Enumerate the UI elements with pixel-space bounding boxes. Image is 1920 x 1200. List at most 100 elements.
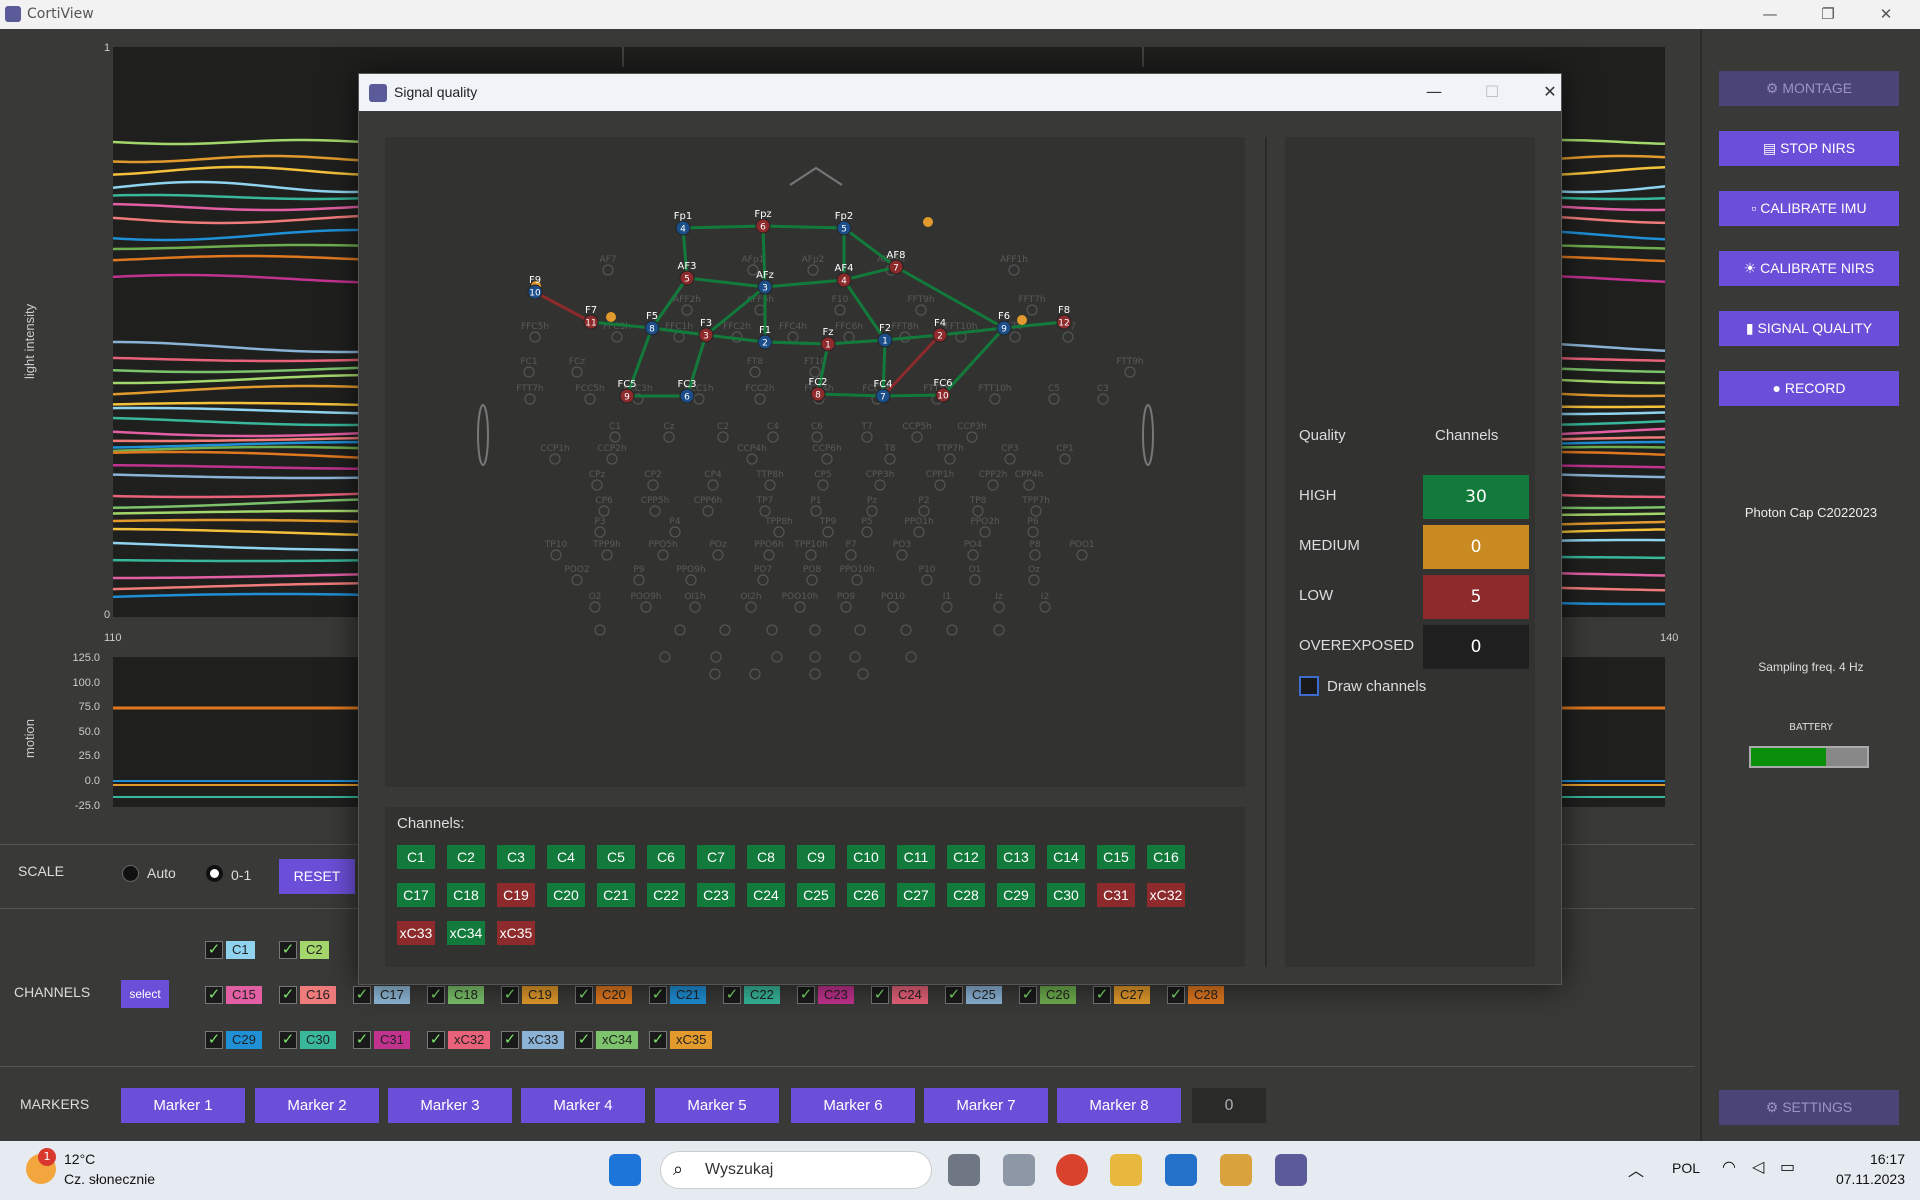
auto-radio[interactable] <box>122 865 139 882</box>
cortiview-taskbar-icon[interactable] <box>1275 1154 1307 1186</box>
stop-nirs-button[interactable]: ▤ STOP NIRS <box>1719 131 1899 166</box>
channel-checkbox-c18[interactable]: ✓ C18 <box>427 985 484 1005</box>
marker-button-1[interactable]: Marker 1 <box>121 1088 245 1123</box>
draw-channels-checkbox[interactable] <box>1299 676 1319 696</box>
chevron-up-icon[interactable]: ︿ <box>1628 1157 1644 1181</box>
optode-f2[interactable]: 1F2 <box>877 323 893 348</box>
channel-checkbox-c30[interactable]: ✓ C30 <box>279 1030 336 1050</box>
optode-f6[interactable]: 9F6 <box>996 311 1012 336</box>
checkmark-icon[interactable]: ✓ <box>353 986 371 1004</box>
channel-checkbox-c19[interactable]: ✓ C19 <box>501 985 558 1005</box>
marker-button-3[interactable]: Marker 3 <box>388 1088 512 1123</box>
checkmark-icon[interactable]: ✓ <box>575 1031 593 1049</box>
optode-fp1[interactable]: 4Fp1 <box>674 211 692 236</box>
optode-f3[interactable]: 3F3 <box>698 318 714 343</box>
checkmark-icon[interactable]: ✓ <box>279 941 297 959</box>
channel-checkbox-c23[interactable]: ✓ C23 <box>797 985 854 1005</box>
task-view-icon[interactable] <box>948 1154 980 1186</box>
marker-button-5[interactable]: Marker 5 <box>655 1088 779 1123</box>
close-button[interactable]: ✕ <box>1863 2 1909 26</box>
dialog-close-button[interactable]: ✕ <box>1530 80 1570 104</box>
checkmark-icon[interactable]: ✓ <box>575 986 593 1004</box>
channel-checkbox-xc35[interactable]: ✓ xC35 <box>649 1030 713 1050</box>
marker-button-7[interactable]: Marker 7 <box>924 1088 1048 1123</box>
notes-icon[interactable] <box>1220 1154 1252 1186</box>
start-icon[interactable] <box>609 1154 641 1186</box>
vscode-icon[interactable] <box>1165 1154 1197 1186</box>
marker-button-2[interactable]: Marker 2 <box>255 1088 379 1123</box>
marker-button-8[interactable]: Marker 8 <box>1057 1088 1181 1123</box>
optode-afz[interactable]: 3 AFz <box>756 270 774 295</box>
channel-checkbox-c26[interactable]: ✓ C26 <box>1019 985 1076 1005</box>
channel-checkbox-c2[interactable]: ✓ C2 <box>279 940 329 960</box>
select-button[interactable]: select <box>121 980 169 1008</box>
optode-f4[interactable]: 2F4 <box>932 318 948 343</box>
checkmark-icon[interactable]: ✓ <box>427 986 445 1004</box>
maximize-button[interactable]: ❐ <box>1805 2 1851 26</box>
settings-button[interactable]: ⚙ SETTINGS <box>1719 1090 1899 1125</box>
checkmark-icon[interactable]: ✓ <box>279 986 297 1004</box>
calculator-icon[interactable] <box>1003 1154 1035 1186</box>
checkmark-icon[interactable]: ✓ <box>205 986 223 1004</box>
signal-quality-button[interactable]: ▮ SIGNAL QUALITY <box>1719 311 1899 346</box>
checkmark-icon[interactable]: ✓ <box>1167 986 1185 1004</box>
volume-icon[interactable]: ◁ <box>1752 1157 1764 1176</box>
checkmark-icon[interactable]: ✓ <box>279 1031 297 1049</box>
channel-checkbox-c25[interactable]: ✓ C25 <box>945 985 1002 1005</box>
checkmark-icon[interactable]: ✓ <box>945 986 963 1004</box>
optode-fpz[interactable]: 6 Fpz <box>754 209 772 234</box>
checkmark-icon[interactable]: ✓ <box>1019 986 1037 1004</box>
checkmark-icon[interactable]: ✓ <box>1093 986 1111 1004</box>
optode-f5[interactable]: 8F5 <box>644 311 660 336</box>
checkmark-icon[interactable]: ✓ <box>649 986 667 1004</box>
channel-checkbox-c27[interactable]: ✓ C27 <box>1093 985 1150 1005</box>
channel-checkbox-xc32[interactable]: ✓ xC32 <box>427 1030 491 1050</box>
optode-f1[interactable]: 2F1 <box>757 325 773 350</box>
checkmark-icon[interactable]: ✓ <box>205 941 223 959</box>
clock-date[interactable]: 07.11.2023 <box>1815 1171 1905 1187</box>
dialog-minimize-button[interactable]: — <box>1414 80 1454 104</box>
wifi-icon[interactable]: ◠ <box>1722 1157 1736 1176</box>
optode-f9[interactable]: 10F9 <box>527 275 543 300</box>
chrome-icon[interactable] <box>1056 1154 1088 1186</box>
checkmark-icon[interactable]: ✓ <box>649 1031 667 1049</box>
channel-checkbox-xc33[interactable]: ✓ xC33 <box>501 1030 565 1050</box>
language-indicator[interactable]: POL <box>1672 1160 1700 1176</box>
checkmark-icon[interactable]: ✓ <box>427 1031 445 1049</box>
channel-checkbox-c16[interactable]: ✓ C16 <box>279 985 336 1005</box>
channel-checkbox-c31[interactable]: ✓ C31 <box>353 1030 410 1050</box>
channel-checkbox-c1[interactable]: ✓ C1 <box>205 940 255 960</box>
dialog-maximize-button[interactable]: ☐ <box>1472 80 1512 104</box>
optode-f7[interactable]: 11F7 <box>583 305 599 330</box>
montage-button[interactable]: ⚙ MONTAGE <box>1719 71 1899 106</box>
channel-checkbox-c24[interactable]: ✓ C24 <box>871 985 928 1005</box>
channel-checkbox-c15[interactable]: ✓ C15 <box>205 985 262 1005</box>
checkmark-icon[interactable]: ✓ <box>797 986 815 1004</box>
optode-f8[interactable]: 12F8 <box>1056 305 1072 330</box>
optode-af3[interactable]: 5AF3 <box>678 261 697 286</box>
file-explorer-icon[interactable] <box>1110 1154 1142 1186</box>
optode-fp2[interactable]: 5Fp2 <box>835 211 853 236</box>
checkmark-icon[interactable]: ✓ <box>871 986 889 1004</box>
channel-checkbox-c22[interactable]: ✓ C22 <box>723 985 780 1005</box>
head-map[interactable]: AF7 AFp1 AFp2 AFF5h AFF1hAFF2h AFF6h F10 FFT9h F… <box>385 137 1245 787</box>
search-box[interactable]: ⌕ Wyszukaj <box>660 1151 932 1189</box>
marker-button-6[interactable]: Marker 6 <box>791 1088 915 1123</box>
checkmark-icon[interactable]: ✓ <box>501 1031 519 1049</box>
channel-checkbox-c28[interactable]: ✓ C28 <box>1167 985 1224 1005</box>
minimize-button[interactable]: — <box>1747 2 1793 26</box>
record-button[interactable]: ● RECORD <box>1719 371 1899 406</box>
channel-checkbox-c29[interactable]: ✓ C29 <box>205 1030 262 1050</box>
range-radio[interactable] <box>206 865 223 882</box>
optode-af4[interactable]: 4AF4 <box>835 263 854 288</box>
checkmark-icon[interactable]: ✓ <box>353 1031 371 1049</box>
checkmark-icon[interactable]: ✓ <box>723 986 741 1004</box>
calibrate-imu-button[interactable]: ▫ CALIBRATE IMU <box>1719 191 1899 226</box>
clock-time[interactable]: 16:17 <box>1815 1151 1905 1167</box>
channel-checkbox-c20[interactable]: ✓ C20 <box>575 985 632 1005</box>
channel-checkbox-c21[interactable]: ✓ C21 <box>649 985 706 1005</box>
channel-checkbox-c17[interactable]: ✓ C17 <box>353 985 410 1005</box>
optode-fz[interactable]: 1 Fz <box>820 327 836 352</box>
checkmark-icon[interactable]: ✓ <box>205 1031 223 1049</box>
channel-checkbox-xc34[interactable]: ✓ xC34 <box>575 1030 639 1050</box>
